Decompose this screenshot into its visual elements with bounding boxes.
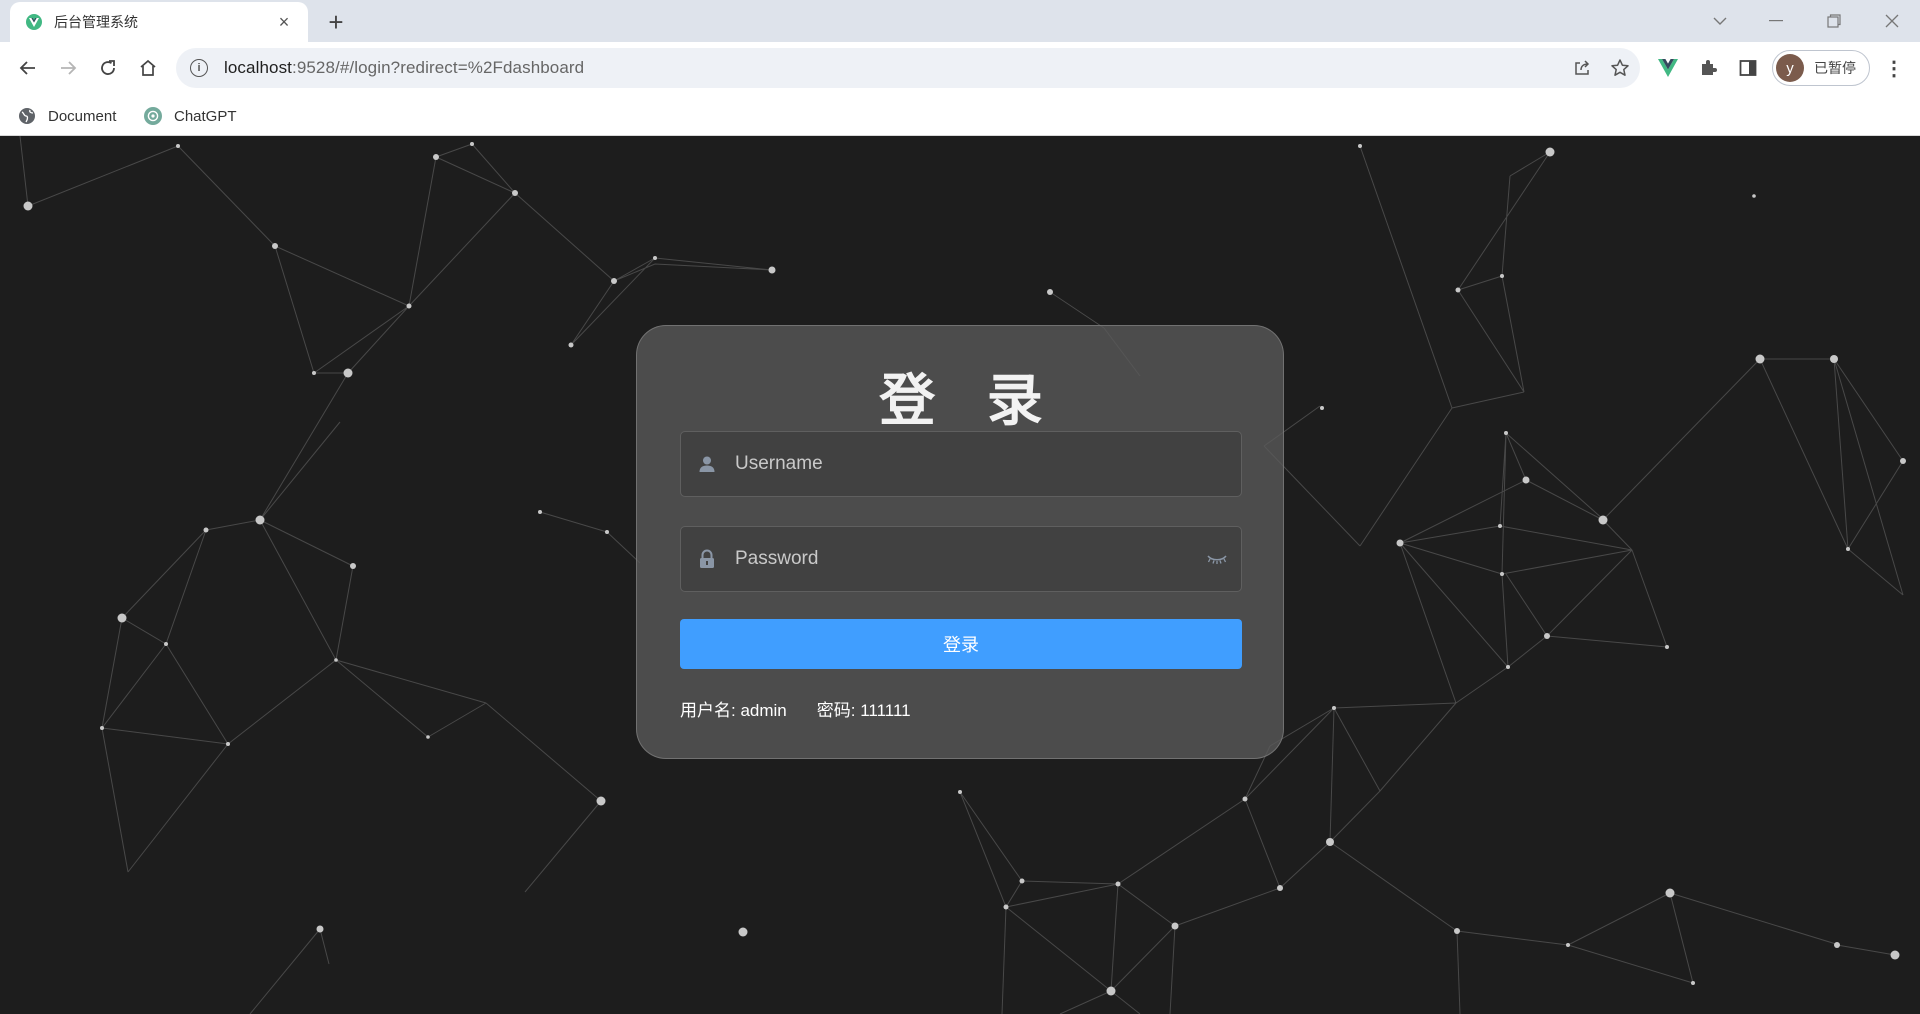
username-field bbox=[680, 431, 1242, 497]
address-bar[interactable]: i localhost:9528/#/login?redirect=%2Fdas… bbox=[176, 48, 1640, 88]
url-text: localhost:9528/#/login?redirect=%2Fdashb… bbox=[224, 58, 584, 78]
login-page: 登 录 登录 用户名: admin 密码: 111111 bbox=[0, 136, 1920, 1014]
lock-icon bbox=[697, 549, 717, 569]
forward-arrow-icon[interactable] bbox=[52, 52, 84, 84]
login-button[interactable]: 登录 bbox=[680, 619, 1242, 669]
home-icon[interactable] bbox=[132, 52, 164, 84]
login-card: 登 录 登录 用户名: admin 密码: 111111 bbox=[636, 325, 1284, 759]
username-tip: 用户名: admin bbox=[680, 701, 787, 720]
url-host: localhost bbox=[224, 58, 292, 77]
reload-icon[interactable] bbox=[92, 52, 124, 84]
bookmark-document[interactable]: Document bbox=[18, 104, 116, 128]
bookmark-chatgpt[interactable]: ChatGPT bbox=[144, 104, 237, 128]
browser-toolbar: i localhost:9528/#/login?redirect=%2Fdas… bbox=[0, 42, 1920, 96]
browser-menu-icon[interactable]: ⋮ bbox=[1880, 52, 1908, 84]
back-arrow-icon[interactable] bbox=[12, 52, 44, 84]
user-icon bbox=[697, 454, 717, 474]
side-panel-icon[interactable] bbox=[1732, 52, 1764, 84]
share-icon[interactable] bbox=[1566, 48, 1598, 88]
restore-icon[interactable] bbox=[1814, 6, 1854, 36]
extensions-puzzle-icon[interactable] bbox=[1692, 52, 1724, 84]
browser-tab[interactable]: 后台管理系统 × bbox=[10, 2, 308, 42]
avatar: y bbox=[1776, 54, 1804, 82]
browser-tabstrip: 后台管理系统 × + bbox=[0, 0, 1920, 42]
vue-favicon-icon bbox=[26, 14, 42, 30]
show-password-eye-icon[interactable] bbox=[1205, 549, 1229, 569]
minimize-icon[interactable] bbox=[1756, 6, 1796, 36]
username-input[interactable] bbox=[735, 444, 1241, 484]
globe-icon bbox=[19, 108, 35, 124]
tab-title: 后台管理系统 bbox=[54, 14, 138, 30]
profile-status: 已暂停 bbox=[1814, 60, 1856, 76]
bookmark-label: Document bbox=[48, 107, 117, 125]
bookmarks-bar: Document ChatGPT bbox=[0, 96, 1920, 136]
tab-search-chevron-icon[interactable] bbox=[1700, 6, 1740, 36]
login-tips: 用户名: admin 密码: 111111 bbox=[680, 696, 911, 721]
password-field bbox=[680, 526, 1242, 592]
tab-close-icon[interactable]: × bbox=[274, 12, 294, 32]
profile-button[interactable]: y 已暂停 bbox=[1772, 50, 1870, 86]
site-info-icon[interactable]: i bbox=[190, 59, 208, 77]
login-title: 登 录 bbox=[879, 369, 1061, 432]
chatgpt-icon bbox=[144, 107, 162, 125]
password-tip: 密码: 111111 bbox=[816, 701, 911, 720]
close-window-icon[interactable] bbox=[1872, 6, 1912, 36]
password-input[interactable] bbox=[735, 539, 1205, 579]
bookmark-label: ChatGPT bbox=[174, 107, 237, 125]
url-path: :9528/#/login?redirect=%2Fdashboard bbox=[292, 58, 585, 77]
bookmark-star-icon[interactable] bbox=[1604, 48, 1636, 88]
vue-devtools-icon[interactable] bbox=[1652, 52, 1684, 84]
new-tab-button[interactable]: + bbox=[322, 7, 350, 37]
